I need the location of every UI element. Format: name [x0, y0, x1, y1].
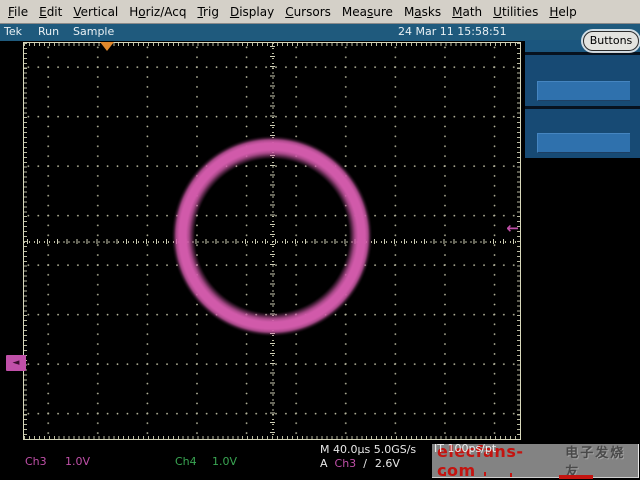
timebase-readout: M 40.0µs 5.0GS/s	[320, 443, 416, 456]
watermark-cn-text: 电子发烧友	[565, 442, 638, 480]
watermark-red-bar	[559, 475, 593, 479]
menu-item-masks[interactable]: Masks	[404, 5, 441, 19]
menu-item-help[interactable]: Help	[549, 5, 576, 19]
soft-key-button-2[interactable]	[537, 133, 630, 153]
trigger-slope-icon: ∕	[363, 457, 367, 470]
datetime: 24 Mar 11 15:58:51	[398, 24, 507, 40]
acquisition-mode: Sample	[73, 24, 114, 40]
menu-bar: File Edit Vertical Horiz/Acq Trig Displa…	[0, 0, 640, 24]
ch3-scale[interactable]: 1.0V	[65, 455, 90, 468]
soft-key-panel-1	[525, 55, 640, 106]
tek-logo: Tek	[4, 24, 22, 40]
trigger-level-arrow-icon[interactable]: ←	[506, 221, 519, 236]
side-panel	[525, 40, 640, 440]
menu-item-display[interactable]: Display	[230, 5, 274, 19]
graticule: ←	[23, 42, 521, 440]
menu-item-measure[interactable]: Measure	[342, 5, 393, 19]
menu-item-math[interactable]: Math	[452, 5, 482, 19]
menu-item-vertical[interactable]: Vertical	[73, 5, 118, 19]
trigger-level: 2.6V	[375, 457, 400, 470]
trigger-readout: ACh3∕2.6V	[320, 457, 400, 470]
xy-trace-circle	[172, 136, 372, 336]
resolution-readout: IT 100ps/pt	[434, 442, 496, 455]
acquisition-state: Run	[38, 24, 59, 40]
trigger-position-marker-icon[interactable]	[100, 42, 114, 51]
ch4-label[interactable]: Ch4	[175, 455, 197, 468]
buttons-button[interactable]: Buttons	[583, 31, 639, 51]
menu-item-edit[interactable]: Edit	[39, 5, 62, 19]
menu-item-file[interactable]: File	[8, 5, 28, 19]
status-bar: Tek Run Sample 24 Mar 11 15:58:51	[0, 24, 640, 41]
menu-item-horiz-acq[interactable]: Horiz/Acq	[129, 5, 186, 19]
menu-item-utilities[interactable]: Utilities	[493, 5, 538, 19]
ch3-reference-marker-icon[interactable]: ◄	[6, 355, 26, 371]
trigger-source: Ch3	[335, 457, 357, 470]
menu-item-cursors[interactable]: Cursors	[285, 5, 331, 19]
soft-key-button-1[interactable]	[537, 81, 630, 101]
ch4-scale[interactable]: 1.0V	[212, 455, 237, 468]
oscilloscope-screen: File Edit Vertical Horiz/Acq Trig Displa…	[0, 0, 640, 480]
soft-key-panel-2	[525, 109, 640, 158]
menu-item-trig[interactable]: Trig	[197, 5, 218, 19]
ch3-label[interactable]: Ch3	[25, 455, 47, 468]
